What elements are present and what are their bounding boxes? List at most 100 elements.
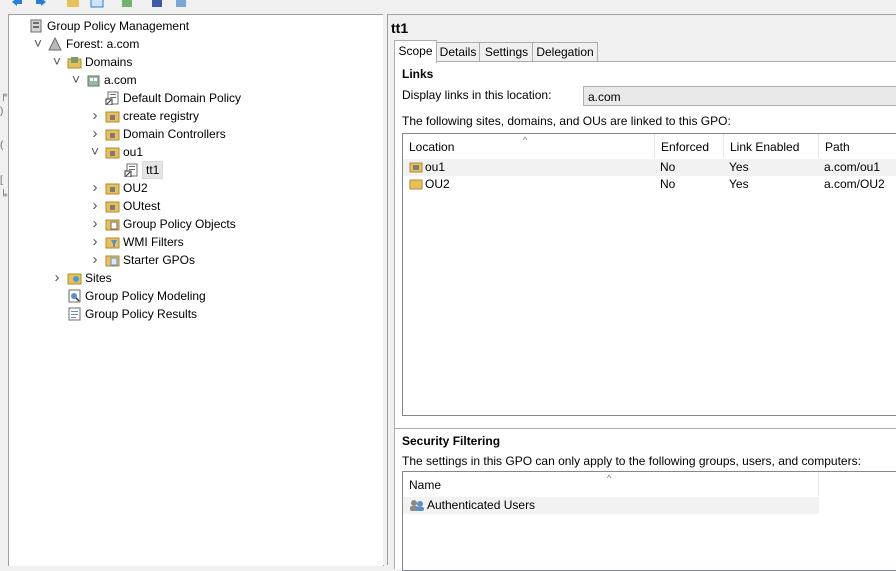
results-icon [68,307,81,321]
links-list-header: ^ Location Enforced Link Enabled Path [403,134,896,158]
folder-icon [105,201,120,213]
tree-item-label: ou1 [123,145,144,159]
chevron-right-icon[interactable]: › [89,179,101,197]
table-row[interactable]: Authenticated Users [403,497,819,514]
security-list-header: ^ Name [403,472,896,496]
tree-item[interactable]: Group Policy Management [9,17,379,35]
row-enforced: No [660,177,676,191]
tree-item[interactable]: › Sites [9,269,379,287]
tree-item[interactable]: ˅ Forest: a.com [9,35,379,53]
security-listview[interactable]: ^ Name Authenticated Users [402,471,896,571]
tree-item[interactable]: › WMI Filters [9,233,379,251]
tree-item[interactable]: › Domain Controllers [9,125,379,143]
tree-item[interactable]: › Group Policy Objects [9,215,379,233]
tree-item-label: a.com [104,73,137,87]
security-filtering-heading: Security Filtering [402,434,501,448]
tree-item-label: Default Domain Policy [123,91,242,105]
tree-item[interactable]: Default Domain Policy [9,89,379,107]
links-description: The following sites, domains, and OUs ar… [402,114,731,128]
gpo-folder-icon [105,219,120,231]
security-filtering-panel: Security Filtering The settings in this … [394,428,896,571]
chevron-right-icon[interactable]: › [89,107,101,125]
show-tree-icon[interactable] [90,0,104,8]
row-path: a.com/OU2 [824,177,885,191]
tree-item-label: Starter GPOs [123,253,196,267]
chevron-right-icon[interactable]: › [89,197,101,215]
tree-item-label: create registry [123,109,200,123]
gpo-link-icon [124,163,138,177]
domain-icon [87,75,100,87]
tree-item-label: Group Policy Management [47,19,190,33]
help-icon[interactable] [150,0,164,8]
users-group-icon [410,500,424,511]
column-link-enabled-label: Link Enabled [730,140,800,154]
chevron-right-icon[interactable]: › [89,125,101,143]
tree-item-label: WMI Filters [123,235,184,249]
tab-delegation[interactable]: Delegation [532,42,598,62]
table-row[interactable]: ou1 No Yes a.com/ou1 [403,159,896,176]
sort-ascending-icon: ^ [523,135,528,145]
tree-item-label: Group Policy Results [85,307,198,321]
folder-icon [105,111,120,123]
scope-tab-body: Links Display links in this location: a.… [394,61,896,571]
back-arrow-icon[interactable] [10,0,24,8]
chevron-down-icon[interactable]: ˅ [32,35,44,53]
details-pane: tt1 Scope Details Settings Delegation Li… [388,14,896,571]
chevron-down-icon[interactable]: ˅ [70,71,82,89]
folder-icon [105,129,120,141]
wmi-filter-icon [105,237,120,249]
tree-item[interactable]: ˅ Domains [9,53,379,71]
tree-item-label: OUtest [123,199,161,213]
column-location[interactable]: ^ Location [403,134,655,158]
chevron-right-icon[interactable]: › [51,269,63,287]
tree-item[interactable]: › create registry [9,107,379,125]
refresh-icon[interactable] [120,0,134,8]
edge-glyph-icon: ╘ [0,190,8,201]
chevron-right-icon[interactable]: › [89,215,101,233]
chevron-right-icon[interactable]: › [89,233,101,251]
tree-item[interactable]: ˅ ou1 [9,143,379,161]
display-links-label: Display links in this location: [402,88,552,102]
folder-icon [409,162,423,173]
column-path[interactable]: Path [819,134,896,158]
column-name[interactable]: ^ Name [403,472,819,496]
domains-icon [67,57,82,69]
tree-item[interactable]: Group Policy Results [9,305,379,323]
tree-item-label: Forest: a.com [66,37,140,51]
tab-scope[interactable]: Scope [394,40,437,63]
table-row[interactable]: OU2 No Yes a.com/OU2 [403,176,896,193]
column-enforced-label: Enforced [661,140,710,154]
forward-arrow-icon[interactable] [34,0,48,8]
column-link-enabled[interactable]: Link Enabled [724,134,819,158]
tree-item[interactable]: ˅ a.com [9,71,379,89]
row-link-enabled: Yes [729,160,749,174]
folder-icon [105,147,120,159]
column-path-label: Path [825,140,850,154]
row-enforced: No [660,160,676,174]
tab-details[interactable]: Details [435,42,481,62]
starter-gpo-icon [105,255,120,267]
tree-item[interactable]: tt1 [9,161,379,179]
chevron-down-icon[interactable]: ˅ [51,53,63,71]
tree-item-label: Group Policy Objects [123,217,236,231]
sites-icon [67,273,82,285]
up-folder-icon[interactable] [66,0,80,8]
properties-icon[interactable] [174,0,188,8]
chevron-down-icon[interactable]: ˅ [89,143,101,161]
tree-item[interactable]: Group Policy Modeling [9,287,379,305]
links-listview[interactable]: ^ Location Enforced Link Enabled Path ou… [402,133,896,416]
forest-icon [48,37,62,51]
edge-glyph-icon: [ [0,175,3,186]
edge-glyph-icon: ( [0,140,4,151]
tree-item[interactable]: › OUtest [9,197,379,215]
folder-icon [105,183,120,195]
folder-icon [409,179,423,190]
tab-settings[interactable]: Settings [479,42,534,62]
column-enforced[interactable]: Enforced [655,134,724,158]
display-links-combobox[interactable]: a.com [583,86,896,106]
chevron-right-icon[interactable]: › [89,251,101,269]
console-tree[interactable]: Group Policy Management ˅ Forest: a.com ˅ Do… [8,14,384,566]
gpm-console-icon [30,19,42,33]
tree-item[interactable]: › OU2 [9,179,379,197]
tree-item[interactable]: › Starter GPOs [9,251,379,269]
